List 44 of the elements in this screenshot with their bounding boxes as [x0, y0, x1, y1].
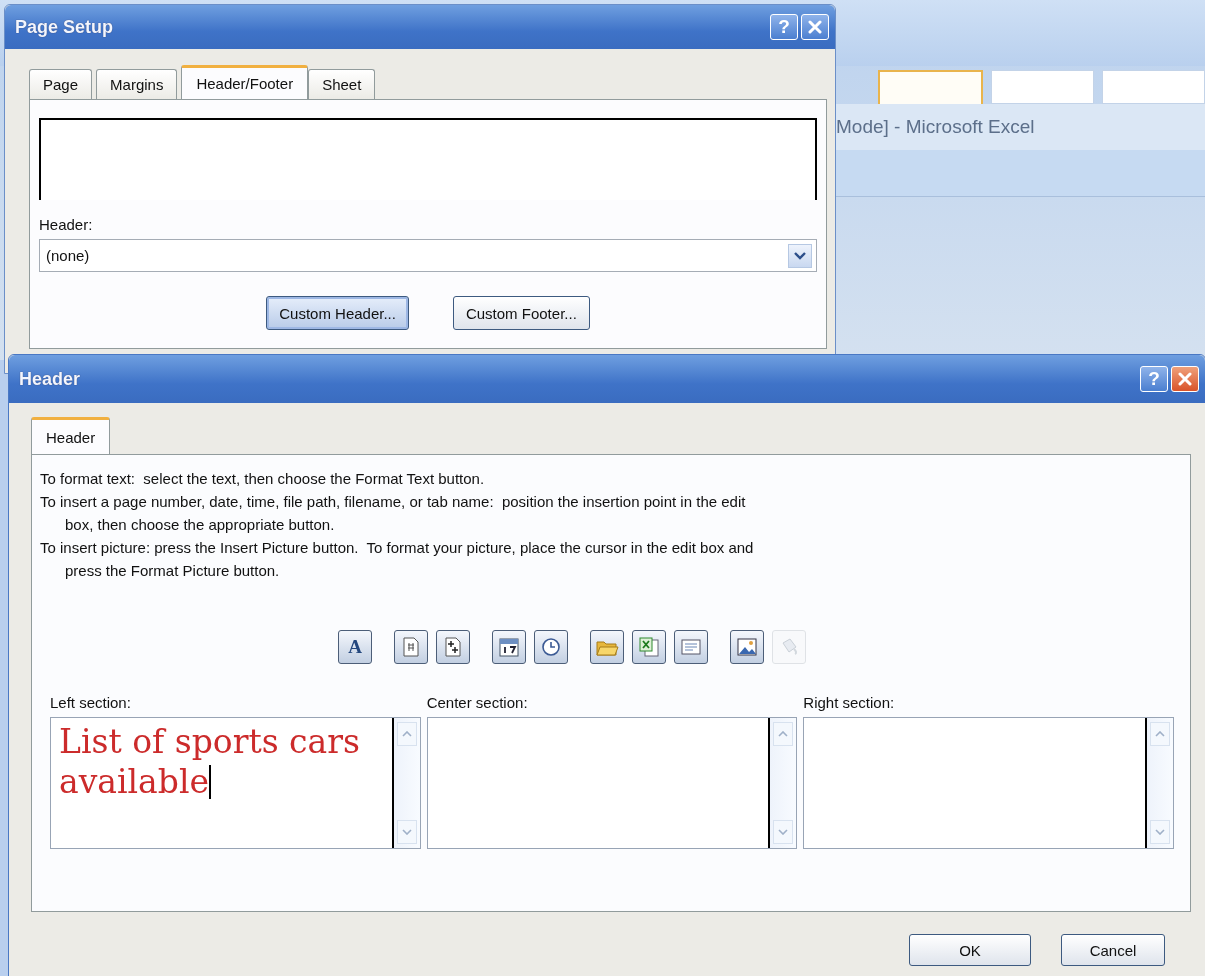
section-field[interactable] [803, 717, 1174, 849]
toolbar-button[interactable] [590, 630, 624, 664]
toolbar-button[interactable] [534, 630, 568, 664]
section-field[interactable] [426, 717, 798, 849]
toolbar-button[interactable]: A [338, 630, 372, 664]
dialog-button[interactable]: Custom Header... [266, 296, 409, 330]
section-label: Left section: [50, 694, 132, 711]
toolbar-button[interactable] [632, 630, 666, 664]
toolbar-button[interactable] [730, 630, 764, 664]
image-icon [735, 635, 759, 659]
toolbar-button[interactable] [492, 630, 526, 664]
header-dropdown[interactable]: (none) [39, 239, 817, 272]
calendar-icon [497, 635, 521, 659]
scrollbar[interactable] [768, 718, 797, 848]
close-button[interactable] [801, 14, 829, 40]
toolbar-button[interactable] [674, 630, 708, 664]
text-cursor [209, 765, 211, 799]
instruction-text: To insert a page number, date, time, file path, filename, or tab name: position the insertion point in the edit box, then choose the appropriate button. [40, 492, 747, 535]
section-label: Right section: [803, 694, 896, 711]
spreadsheet-icon [637, 635, 661, 659]
close-button[interactable] [1171, 366, 1199, 392]
tab[interactable]: Header [31, 417, 111, 454]
scrollbar[interactable] [1145, 718, 1173, 848]
field-label: Header: [39, 216, 94, 234]
dialog-button[interactable]: OK [909, 934, 1031, 966]
dialog-title: Header [19, 368, 81, 390]
section-field[interactable]: List of sports cars available [50, 717, 421, 849]
toolbar-button[interactable] [394, 630, 428, 664]
dialog-button[interactable]: Cancel [1061, 934, 1165, 966]
dialog-title: Page Setup [15, 16, 114, 38]
tab[interactable]: Header/Footer [181, 65, 309, 99]
dialog-button[interactable]: Custom Footer... [452, 296, 590, 330]
close-icon [1178, 372, 1192, 386]
clock-icon [539, 635, 563, 659]
section-label: Center section: [426, 694, 529, 711]
tab[interactable]: Sheet [308, 69, 376, 99]
window-title: Mode] - Microsoft Excel [836, 116, 1035, 138]
tab[interactable]: Page [29, 69, 93, 99]
instruction-text: To format text: select the text, then choose the Format Text button. [40, 469, 486, 489]
toolbar-button[interactable] [436, 630, 470, 664]
tab[interactable]: Margins [96, 69, 178, 99]
scrollbar[interactable] [391, 718, 420, 848]
close-icon [808, 20, 822, 34]
instruction-text: To insert picture: press the Insert Picture button. To format your picture, place the cursor in the edit box and press the Format Picture button. [40, 538, 755, 581]
